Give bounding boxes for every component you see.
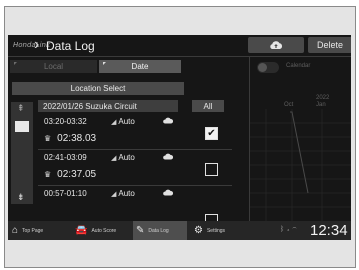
log-entry[interactable]: 03:20-03:32 ◢ Auto ♛ 02:38.03 ✔ [38, 114, 232, 150]
nav-auto-score[interactable]: 🚘 Auto Score [75, 221, 131, 240]
entry-mode: ◢ Auto [111, 189, 135, 198]
signal-icon: ▴ [286, 226, 291, 233]
tab-local-label: Local [43, 62, 64, 71]
page-title: Data Log [46, 39, 95, 53]
cloud-upload-button[interactable] [248, 37, 304, 53]
scroll-up-icon[interactable]: ⇞ [17, 104, 25, 113]
car-icon: 🚘 [75, 225, 88, 236]
back-chevron-icon[interactable]: › [34, 36, 39, 54]
date-group-header: 2022/01/26 Suzuka Circuit [38, 100, 178, 112]
clock: 12:34 [310, 222, 348, 239]
auto-mode-icon: ◢ [111, 119, 117, 126]
entry-lap-time: 02:38.03 [57, 133, 97, 144]
entry-checkbox[interactable] [205, 163, 218, 176]
nav-data-log[interactable]: ✎ Data Log [133, 221, 187, 240]
location-select-button[interactable]: Location Select [12, 82, 184, 95]
tab-date[interactable]: Date [99, 60, 181, 73]
entry-time-range: 02:41-03:09 [44, 153, 87, 162]
calendar-panel: Calendar 2022 Oct Jan [249, 57, 351, 221]
calendar-toggle[interactable] [257, 62, 279, 73]
entry-best-lap: ♛ 02:38.03 [44, 133, 96, 144]
entry-lap-time: 02:37.05 [57, 169, 97, 180]
tab-date-label: Date [131, 62, 149, 71]
wifi-icon: ◠ [292, 226, 297, 233]
calendar-month-right: Jan [316, 102, 326, 108]
calendar-timeline-graph [250, 109, 351, 221]
nav-settings-label: Settings [206, 227, 226, 234]
select-all-button[interactable]: All [192, 100, 224, 112]
calendar-month-left: Oct [284, 102, 294, 108]
delete-button[interactable]: Delete [308, 37, 351, 53]
bottom-navigation: ⌂ Top Page 🚘 Auto Score ✎ Data Log ⚙ Set… [8, 221, 351, 240]
nav-top-page-label: Top Page [22, 227, 44, 234]
entry-time-range: 00:57-01:10 [44, 189, 87, 198]
tab-corner-icon [103, 62, 106, 65]
auto-mode-icon: ◢ [111, 191, 117, 198]
nav-settings[interactable]: ⚙ Settings [194, 221, 248, 240]
nav-top-page[interactable]: ⌂ Top Page [12, 221, 72, 240]
entry-mode-label: Auto [118, 117, 135, 126]
calendar-year: 2022 [316, 95, 330, 101]
entry-best-lap: ♛ 02:37.05 [44, 169, 96, 180]
scroll-rail[interactable]: ⇞ ⇟ [11, 102, 33, 204]
cloud-upload-icon [270, 40, 283, 49]
trophy-icon: ♛ [44, 170, 52, 179]
cloud-icon [163, 153, 173, 160]
entry-mode-label: Auto [118, 189, 135, 198]
entry-mode-label: Auto [118, 153, 135, 162]
entry-time-range: 03:20-03:32 [44, 117, 87, 126]
brand-logo: HondaLink [13, 41, 51, 49]
entry-mode: ◢ Auto [111, 117, 135, 126]
toggle-knob [258, 63, 267, 72]
nav-auto-score-label: Auto Score [91, 227, 117, 234]
header-bar: HondaLink › Data Log Delete [8, 35, 351, 57]
status-icons: ᛒ ▴ ◠ [280, 226, 297, 233]
log-entry[interactable]: 00:57-01:10 ◢ Auto [38, 186, 232, 227]
entry-checkbox[interactable]: ✔ [205, 127, 218, 140]
scroll-thumb[interactable] [15, 121, 29, 132]
tab-local[interactable]: Local [10, 60, 97, 73]
home-icon: ⌂ [12, 225, 19, 236]
tab-corner-icon [14, 62, 17, 65]
head-unit-screen: HondaLink › Data Log Delete Local Date L… [8, 35, 351, 240]
auto-mode-icon: ◢ [111, 155, 117, 162]
calendar-label: Calendar [286, 63, 311, 69]
data-log-icon: ✎ [136, 225, 145, 236]
log-entry[interactable]: 02:41-03:09 ◢ Auto ♛ 02:37.05 [38, 150, 232, 186]
bluetooth-icon: ᛒ [280, 226, 285, 233]
scroll-down-icon[interactable]: ⇟ [17, 193, 25, 202]
cloud-icon [163, 117, 173, 124]
nav-data-log-label: Data Log [148, 227, 169, 234]
trophy-icon: ♛ [44, 134, 52, 143]
cloud-icon [163, 189, 173, 196]
gear-icon: ⚙ [194, 225, 203, 236]
entry-mode: ◢ Auto [111, 153, 135, 162]
